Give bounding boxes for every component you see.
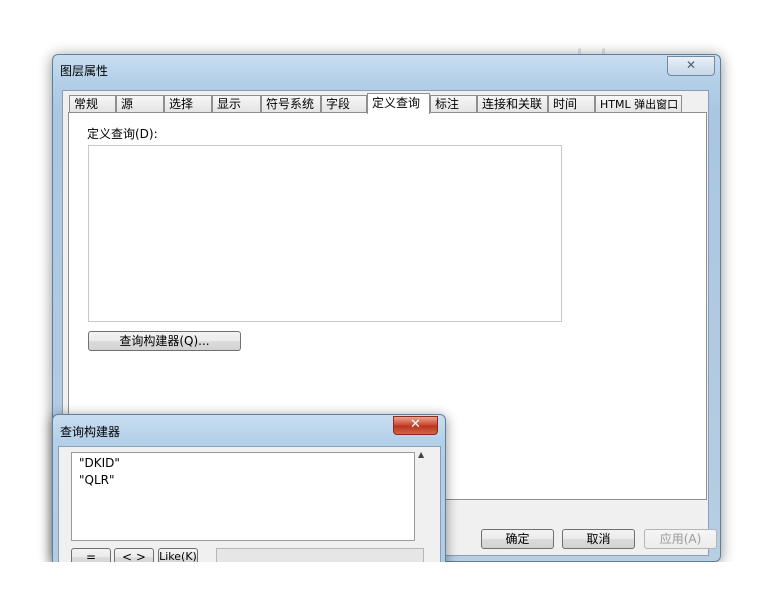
query-builder-body: "DKID" "QLR" ▲ = < > Like(K) [58,446,441,568]
definition-query-textarea[interactable] [88,145,562,322]
close-icon: ✕ [685,58,697,72]
ok-button[interactable]: 确定 [481,529,554,549]
dialog-title: 图层属性 [60,64,109,78]
query-builder-title: 查询构建器 [60,425,121,439]
tab-display[interactable]: 显示 [212,95,261,112]
tab-general[interactable]: 常规 [69,95,116,112]
field-list[interactable]: "DKID" "QLR" [71,452,415,541]
definition-query-label: 定义查询(D): [87,127,158,141]
query-builder-button[interactable]: 查询构建器(Q)... [88,331,241,351]
scroll-up-icon[interactable]: ▲ [418,450,424,459]
tab-joins-relates[interactable]: 连接和关联 [477,95,548,112]
tab-definition-query[interactable]: 定义查询 [367,93,430,114]
tab-symbology[interactable]: 符号系统 [261,95,321,112]
field-item-dkid[interactable]: "DKID" [79,456,120,470]
tab-selection[interactable]: 选择 [164,95,212,112]
tab-source[interactable]: 源 [116,95,164,112]
query-builder-close-button[interactable]: ✕ [393,416,438,435]
close-button[interactable]: ✕ [667,56,715,76]
query-builder-dialog: 查询构建器 ✕ "DKID" "QLR" ▲ = < > Like(K) [52,414,446,568]
cancel-button[interactable]: 取消 [562,529,635,549]
close-icon: ✕ [410,417,421,432]
tab-fields[interactable]: 字段 [321,95,367,112]
tab-html-popup[interactable]: HTML 弹出窗口 [595,95,682,112]
tab-labels[interactable]: 标注 [430,95,477,112]
tab-time[interactable]: 时间 [548,95,595,112]
field-item-qlr[interactable]: "QLR" [79,473,115,487]
apply-button[interactable]: 应用(A) [644,529,717,549]
tab-bar: 常规 源 选择 显示 符号系统 字段 定义查询 标注 连接和关联 时间 HTML… [69,93,709,114]
screen-clip-area [0,562,775,615]
